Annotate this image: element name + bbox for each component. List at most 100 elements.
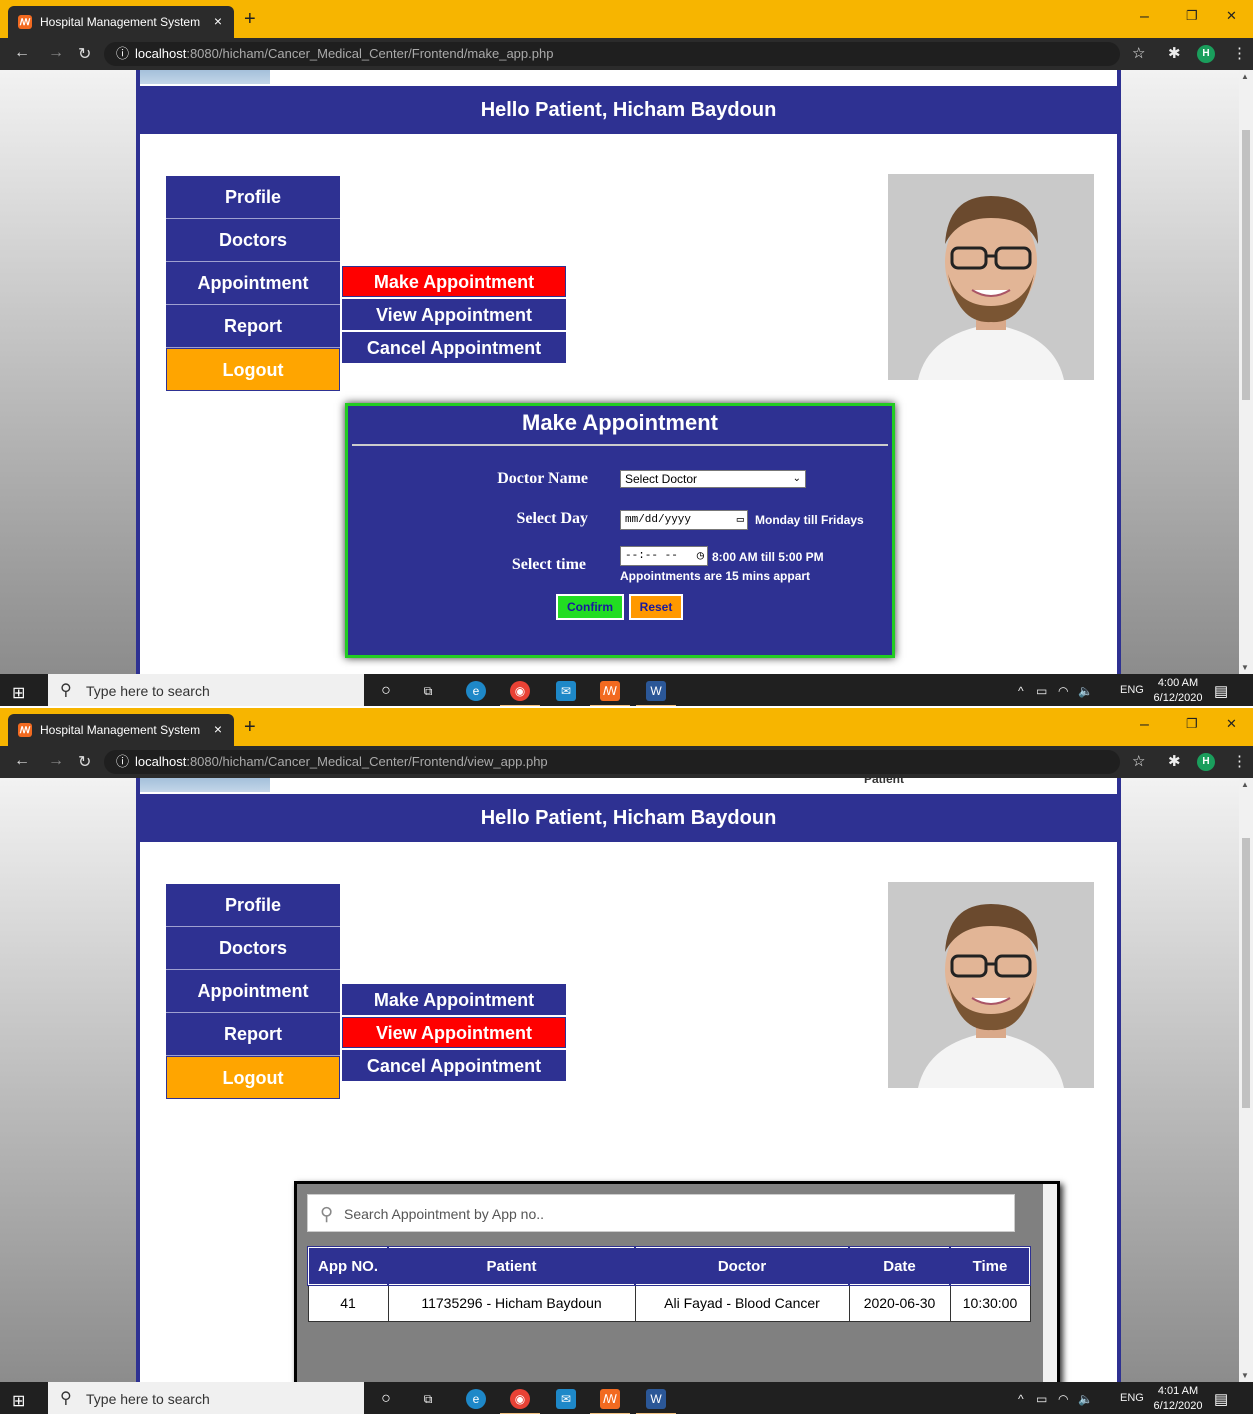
- menu-doctors[interactable]: Doctors: [166, 219, 340, 262]
- back-icon[interactable]: ←: [14, 44, 30, 62]
- menu-appointment[interactable]: Appointment: [166, 970, 340, 1013]
- windows-start-icon[interactable]: ⊞: [12, 1391, 25, 1411]
- battery-icon[interactable]: ▭: [1036, 1392, 1047, 1406]
- menu-profile[interactable]: Profile: [166, 176, 340, 219]
- clock-icon[interactable]: ◷: [697, 547, 704, 565]
- new-tab-button[interactable]: +: [244, 716, 256, 739]
- taskbar-clock[interactable]: 4:01 AM 6/12/2020: [1150, 1384, 1206, 1414]
- edge-icon[interactable]: e: [466, 681, 486, 701]
- menu-logout[interactable]: Logout: [166, 348, 340, 391]
- wifi-icon[interactable]: ◠: [1058, 1392, 1068, 1406]
- word-icon[interactable]: W: [646, 681, 666, 701]
- menu-dots-icon[interactable]: ⋮: [1232, 44, 1247, 62]
- menu-profile[interactable]: Profile: [166, 884, 340, 927]
- panel-scrollbar[interactable]: [1043, 1184, 1057, 1382]
- xampp-icon[interactable]: ꟿ: [600, 681, 620, 701]
- mail-icon[interactable]: ✉: [556, 681, 576, 701]
- submenu-view-appointment[interactable]: View Appointment: [342, 1017, 566, 1048]
- new-tab-button[interactable]: +: [244, 8, 256, 31]
- cortana-icon[interactable]: ○: [376, 681, 396, 701]
- edge-icon[interactable]: e: [466, 1389, 486, 1409]
- scroll-down-icon[interactable]: ▼: [1241, 1371, 1249, 1380]
- forward-icon[interactable]: →: [48, 44, 64, 62]
- address-bar: ← → ↻ ⓘ localhost:8080/hicham/Cancer_Medi…: [0, 746, 1253, 778]
- battery-icon[interactable]: ▭: [1036, 684, 1047, 698]
- profile-avatar[interactable]: H: [1197, 753, 1215, 771]
- scroll-up-icon[interactable]: ▲: [1241, 72, 1249, 81]
- word-icon[interactable]: W: [646, 1389, 666, 1409]
- url-field[interactable]: ⓘ localhost:8080/hicham/Cancer_Medical_Ce…: [104, 750, 1120, 774]
- submenu-view-appointment[interactable]: View Appointment: [342, 299, 566, 330]
- notification-icon[interactable]: ▤: [1214, 682, 1228, 700]
- menu-report[interactable]: Report: [166, 1013, 340, 1056]
- minimize-button[interactable]: –: [1140, 8, 1149, 26]
- profile-avatar[interactable]: H: [1197, 45, 1215, 63]
- submenu-cancel-appointment[interactable]: Cancel Appointment: [342, 1050, 566, 1081]
- scroll-up-icon[interactable]: ▲: [1241, 780, 1249, 789]
- confirm-button[interactable]: Confirm: [556, 594, 624, 620]
- tab-close-icon[interactable]: ×: [214, 721, 222, 737]
- restore-button[interactable]: ❐: [1186, 8, 1198, 24]
- time-input[interactable]: --:-- -- ◷: [620, 546, 708, 566]
- language-indicator[interactable]: ENG: [1120, 684, 1144, 696]
- browser-tab[interactable]: ꟿ Hospital Management System ×: [8, 6, 234, 38]
- language-indicator[interactable]: ENG: [1120, 1392, 1144, 1404]
- clock-time: 4:01 AM: [1157, 1385, 1199, 1397]
- wifi-icon[interactable]: ◠: [1058, 684, 1068, 698]
- screenshot-make-appointment: ꟿ Hospital Management System × + – ❐ ✕ ←…: [0, 0, 1253, 706]
- reload-icon[interactable]: ↻: [78, 44, 91, 64]
- extensions-icon[interactable]: ✱: [1168, 44, 1181, 62]
- xampp-favicon-icon: ꟿ: [18, 15, 32, 29]
- reset-button[interactable]: Reset: [629, 594, 683, 620]
- xampp-icon[interactable]: ꟿ: [600, 1389, 620, 1409]
- menu-dots-icon[interactable]: ⋮: [1232, 752, 1247, 770]
- bookmark-star-icon[interactable]: ☆: [1132, 752, 1145, 770]
- reload-icon[interactable]: ↻: [78, 752, 91, 772]
- minimize-button[interactable]: –: [1140, 716, 1149, 734]
- close-window-button[interactable]: ✕: [1226, 8, 1237, 24]
- tray-chevron-icon[interactable]: ^: [1018, 1392, 1024, 1406]
- taskbar-clock[interactable]: 4:00 AM 6/12/2020: [1150, 676, 1206, 706]
- tray-chevron-icon[interactable]: ^: [1018, 684, 1024, 698]
- taskbar-search[interactable]: ⚲ Type here to search: [48, 1382, 364, 1414]
- chrome-icon[interactable]: ◉: [510, 681, 530, 701]
- appointment-search-input[interactable]: ⚲ Search Appointment by App no..: [307, 1194, 1015, 1232]
- scroll-down-icon[interactable]: ▼: [1241, 663, 1249, 672]
- windows-start-icon[interactable]: ⊞: [12, 683, 25, 703]
- menu-appointment[interactable]: Appointment: [166, 262, 340, 305]
- menu-doctors[interactable]: Doctors: [166, 927, 340, 970]
- url-field[interactable]: ⓘ localhost:8080/hicham/Cancer_Medical_Ce…: [104, 42, 1120, 66]
- mail-icon[interactable]: ✉: [556, 1389, 576, 1409]
- calendar-icon[interactable]: ▭: [737, 511, 744, 529]
- scroll-thumb[interactable]: [1242, 838, 1250, 1108]
- menu-logout[interactable]: Logout: [166, 1056, 340, 1099]
- back-icon[interactable]: ←: [14, 752, 30, 770]
- browser-tab[interactable]: ꟿ Hospital Management System ×: [8, 714, 234, 746]
- restore-button[interactable]: ❐: [1186, 716, 1198, 732]
- taskbar-search[interactable]: ⚲ Type here to search: [48, 674, 364, 706]
- volume-icon[interactable]: 🔈: [1078, 1392, 1093, 1406]
- close-window-button[interactable]: ✕: [1226, 716, 1237, 732]
- bookmark-star-icon[interactable]: ☆: [1132, 44, 1145, 62]
- submenu-cancel-appointment[interactable]: Cancel Appointment: [342, 332, 566, 363]
- scroll-thumb[interactable]: [1242, 130, 1250, 400]
- task-view-icon[interactable]: ⧉: [418, 1389, 438, 1409]
- forward-icon[interactable]: →: [48, 752, 64, 770]
- task-view-icon[interactable]: ⧉: [418, 681, 438, 701]
- menu-report[interactable]: Report: [166, 305, 340, 348]
- page-scrollbar[interactable]: ▲ ▼: [1239, 70, 1253, 674]
- extensions-icon[interactable]: ✱: [1168, 752, 1181, 770]
- time-hint-interval: Appointments are 15 mins appart: [620, 569, 811, 583]
- day-input[interactable]: mm/dd/yyyy ▭: [620, 510, 748, 530]
- cortana-icon[interactable]: ○: [376, 1389, 396, 1409]
- volume-icon[interactable]: 🔈: [1078, 684, 1093, 698]
- page-scrollbar[interactable]: ▲ ▼: [1239, 778, 1253, 1382]
- submenu-make-appointment[interactable]: Make Appointment: [342, 266, 566, 297]
- notification-icon[interactable]: ▤: [1214, 1390, 1228, 1408]
- tab-close-icon[interactable]: ×: [214, 13, 222, 29]
- table-row[interactable]: 41 11735296 - Hicham Baydoun Ali Fayad -…: [307, 1284, 1031, 1322]
- windows-taskbar: ⊞ ⚲ Type here to search ○ ⧉ e ◉ ✉ ꟿ W ^ …: [0, 674, 1253, 706]
- chrome-icon[interactable]: ◉: [510, 1389, 530, 1409]
- submenu-make-appointment[interactable]: Make Appointment: [342, 984, 566, 1015]
- doctor-select[interactable]: Select Doctor ⌄: [620, 470, 806, 488]
